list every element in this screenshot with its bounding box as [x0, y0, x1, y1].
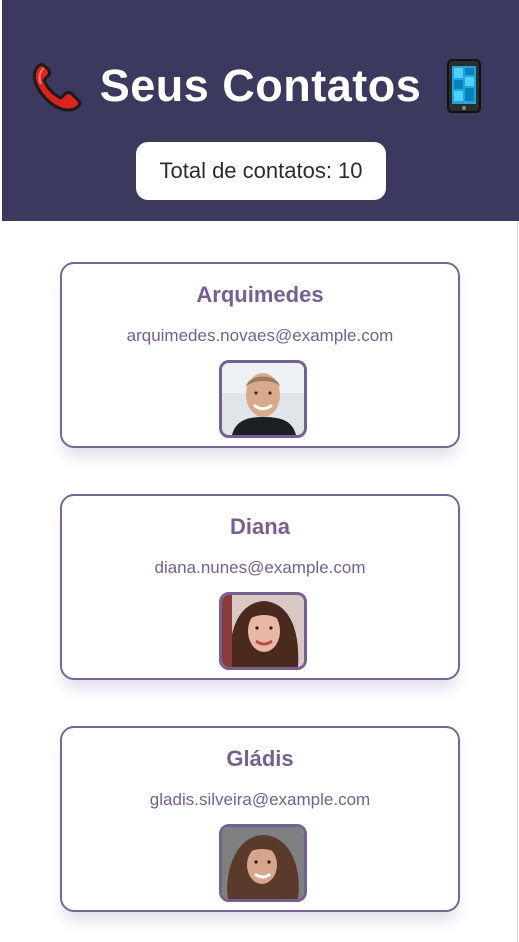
contact-name: Diana	[230, 514, 290, 539]
contact-email: gladis.silveira@example.com	[149, 790, 371, 809]
contact-list: Arquimedes arquimedes.novaes@example.com…	[2, 221, 518, 942]
contact-card[interactable]: Diana diana.nunes@example.com	[60, 494, 460, 680]
contact-email: diana.nunes@example.com	[154, 558, 366, 577]
contact-card[interactable]: Arquimedes arquimedes.novaes@example.com	[60, 262, 460, 448]
contact-count-badge: Total de contatos: 10	[136, 142, 386, 200]
telephone-receiver-icon	[30, 58, 84, 114]
header: Seus Contatos Total de contatos: 10	[2, 0, 519, 221]
contact-name: Gládis	[226, 746, 294, 771]
contact-card[interactable]: Gládis gladis.silveira@example.com	[60, 726, 460, 912]
title-row: Seus Contatos	[2, 56, 519, 116]
page-title: Seus Contatos	[99, 60, 422, 111]
avatar-photo	[222, 827, 304, 899]
avatar	[219, 592, 307, 670]
mobile-phone-icon	[437, 58, 491, 114]
avatar-photo	[222, 595, 304, 667]
contact-name: Arquimedes	[196, 282, 324, 307]
avatar	[219, 824, 307, 902]
avatar	[219, 360, 307, 438]
contact-email: arquimedes.novaes@example.com	[126, 326, 394, 345]
avatar-photo	[222, 363, 304, 435]
